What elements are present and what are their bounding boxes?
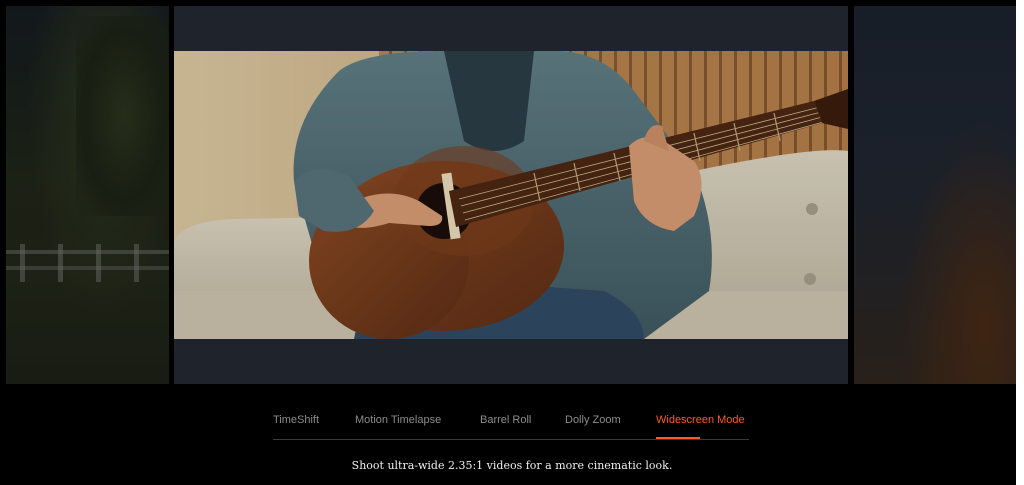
next-slide[interactable] [854, 6, 1016, 384]
page-edge [1016, 0, 1024, 485]
tab-barrel-roll[interactable]: Barrel Roll [480, 414, 531, 426]
feature-showcase: TimeShift Motion Timelapse Barrel Roll D… [0, 0, 1024, 485]
tab-timeshift[interactable]: TimeShift [273, 414, 319, 426]
video-carousel [0, 0, 1024, 388]
tab-dolly-zoom[interactable]: Dolly Zoom [565, 414, 621, 426]
feature-tabs: TimeShift Motion Timelapse Barrel Roll D… [0, 405, 1024, 441]
current-slide[interactable] [174, 6, 848, 384]
widescreen-video[interactable] [174, 51, 848, 339]
previous-slide[interactable] [6, 6, 169, 384]
tab-widescreen-mode[interactable]: Widescreen Mode [656, 414, 745, 426]
slide-dim-overlay [6, 6, 169, 384]
guitar-player-scene [174, 51, 848, 339]
slide-dim-overlay [854, 6, 1016, 384]
tab-bar: TimeShift Motion Timelapse Barrel Roll D… [273, 405, 749, 440]
tab-motion-timelapse[interactable]: Motion Timelapse [355, 414, 441, 426]
feature-description: Shoot ultra-wide 2.35:1 videos for a mor… [351, 459, 673, 472]
active-tab-indicator [656, 437, 700, 439]
